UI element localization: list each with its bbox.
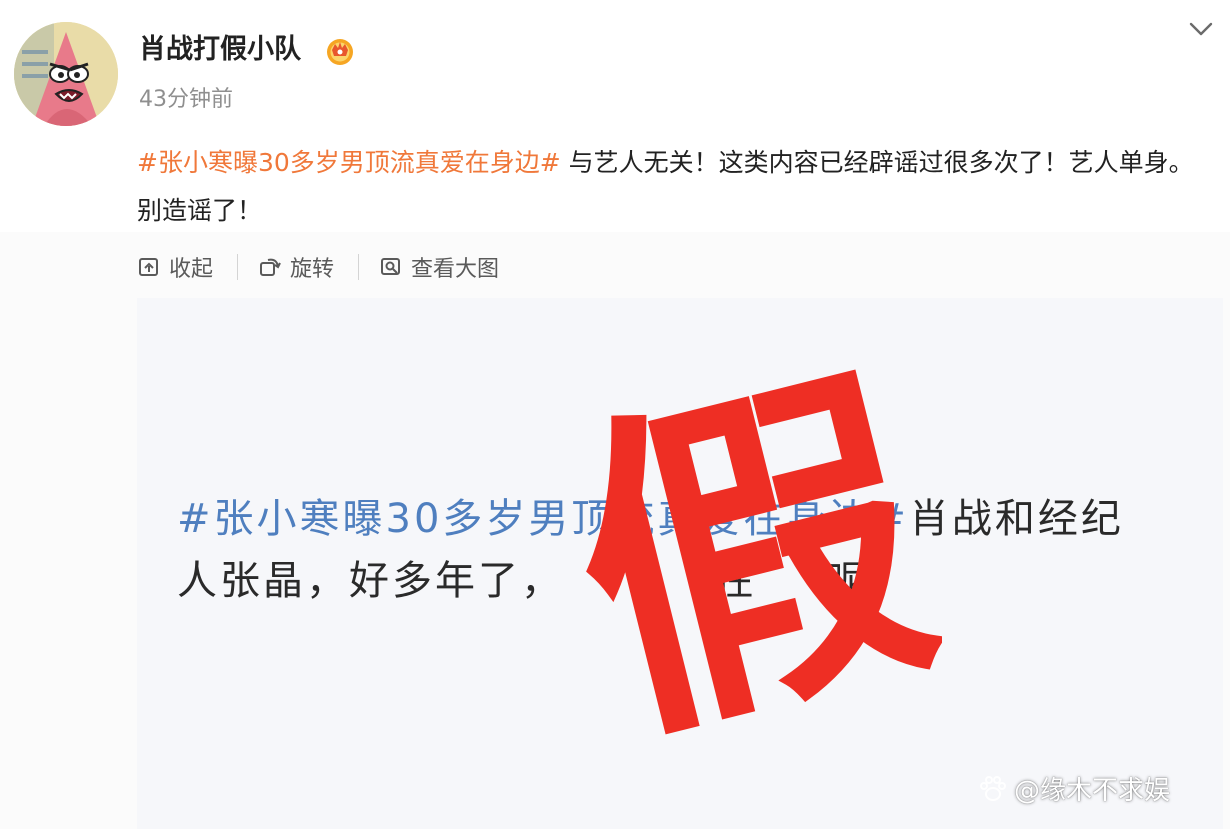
view-large-button[interactable]: 查看大图	[379, 251, 499, 283]
toolbar-divider	[237, 254, 239, 280]
username[interactable]: 肖战打假小队	[139, 32, 301, 68]
image-text-line2-a: 人张晶，好多年了，	[177, 558, 564, 604]
vip-crown-icon	[324, 36, 356, 66]
collapse-label: 收起	[169, 257, 214, 282]
post-content: #张小寒曝30多岁男顶流真爱在身边# 与艺人无关！这类内容已经辟谣过很多次了！艺…	[137, 139, 1207, 235]
timestamp: 43分钟前	[139, 87, 233, 112]
watermark: @缘木不求娱	[978, 770, 1170, 807]
view-large-label: 查看大图	[411, 257, 500, 282]
post-image[interactable]: #张小寒曝30多岁男顶流真爱在身边#肖战和经纪 人张晶，好多年了，在呢 假	[137, 298, 1223, 829]
watermark-text: @缘木不求娱	[1014, 776, 1171, 806]
post-hashtag-link[interactable]: #张小寒曝30多岁男顶流真爱在身边#	[137, 148, 561, 177]
view-large-icon	[381, 258, 401, 275]
collapse-icon	[139, 258, 158, 276]
rotate-label: 旋转	[290, 257, 335, 282]
stamp-text: 假	[562, 346, 942, 766]
weibo-post-page: 肖战打假小队 43分钟前 #张小寒曝30多岁男顶流真爱在身边# 与艺人无关！这类…	[0, 0, 1230, 829]
fake-stamp: 假	[562, 346, 942, 766]
chevron-down-icon[interactable]	[1186, 18, 1216, 40]
paw-icon	[980, 775, 1006, 801]
collapse-button[interactable]: 收起	[137, 251, 213, 283]
toolbar-divider	[358, 254, 360, 280]
image-toolbar: 收起 旋转 查看大图	[137, 249, 499, 285]
avatar[interactable]	[14, 22, 118, 126]
rotate-icon	[260, 258, 281, 276]
rotate-button[interactable]: 旋转	[258, 251, 334, 283]
